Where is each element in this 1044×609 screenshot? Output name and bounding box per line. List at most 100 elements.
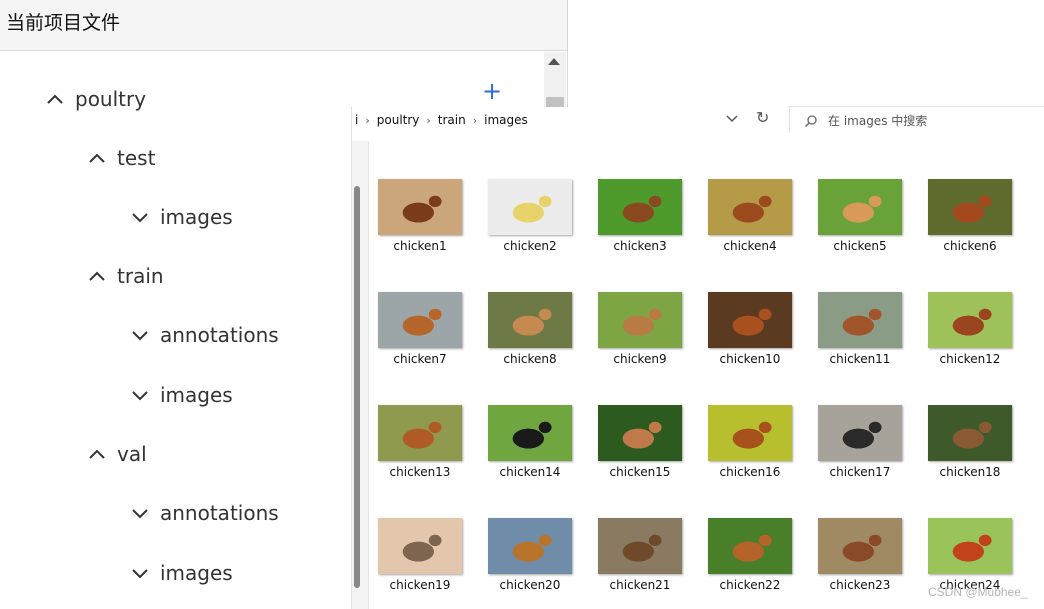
- file-item[interactable]: chicken17: [810, 405, 910, 479]
- chevron-down-icon: [130, 385, 150, 405]
- breadcrumb-item[interactable]: train: [435, 113, 469, 127]
- file-item[interactable]: chicken9: [590, 292, 690, 366]
- tree-node-test-images[interactable]: images: [130, 202, 233, 232]
- breadcrumb-separator-icon: ›: [472, 113, 478, 127]
- tree-node-label: images: [160, 561, 233, 585]
- tree-node-label: val: [117, 442, 147, 466]
- file-item[interactable]: chicken1: [370, 179, 470, 253]
- image-thumbnail: [598, 518, 682, 574]
- chevron-up-icon: [45, 89, 65, 109]
- image-thumbnail: [928, 518, 1012, 574]
- file-name: chicken7: [393, 352, 447, 366]
- file-name: chicken16: [719, 465, 781, 479]
- file-name: chicken12: [939, 352, 1001, 366]
- breadcrumb-separator-icon: ›: [365, 113, 370, 127]
- breadcrumb: i › poultry › train › images: [352, 110, 531, 130]
- image-thumbnail: [598, 292, 682, 348]
- image-thumbnail: [818, 518, 902, 574]
- file-name: chicken17: [829, 465, 891, 479]
- image-thumbnail: [488, 179, 572, 235]
- chevron-down-icon: [130, 503, 150, 523]
- file-item[interactable]: chicken8: [480, 292, 580, 366]
- tree-node-val-annotations[interactable]: annotations: [130, 498, 279, 528]
- file-explorer-window: i › poultry › train › images ↻ 在 images …: [351, 106, 1044, 609]
- add-icon[interactable]: +: [482, 79, 502, 103]
- file-item[interactable]: chicken2: [480, 179, 580, 253]
- file-item[interactable]: chicken14: [480, 405, 580, 479]
- file-name: chicken18: [939, 465, 1001, 479]
- tree-node-train[interactable]: train: [87, 261, 164, 291]
- file-item[interactable]: chicken19: [370, 518, 470, 592]
- file-item[interactable]: chicken10: [700, 292, 800, 366]
- watermark: CSDN @Mubhee_: [928, 585, 1028, 599]
- file-name: chicken9: [613, 352, 667, 366]
- file-grid: chicken1 chicken2 chicken3 chicken4 chicken5…: [370, 141, 1044, 609]
- file-item[interactable]: chicken20: [480, 518, 580, 592]
- file-item[interactable]: chicken23: [810, 518, 910, 592]
- image-thumbnail: [378, 179, 462, 235]
- file-item[interactable]: chicken24: [920, 518, 1020, 592]
- file-item[interactable]: chicken6: [920, 179, 1020, 253]
- image-thumbnail: [708, 179, 792, 235]
- image-thumbnail: [818, 179, 902, 235]
- tree-node-val-images[interactable]: images: [130, 558, 233, 588]
- file-item[interactable]: chicken4: [700, 179, 800, 253]
- chevron-up-icon: [87, 266, 107, 286]
- image-thumbnail: [928, 405, 1012, 461]
- tree-node-label: images: [160, 383, 233, 407]
- address-bar[interactable]: i › poultry › train › images ↻ 在 images …: [352, 106, 1044, 133]
- chevron-up-icon: [87, 148, 107, 168]
- file-name: chicken22: [719, 578, 781, 592]
- tree-node-train-annotations[interactable]: annotations: [130, 320, 279, 350]
- navigation-pane: [352, 141, 369, 609]
- scroll-up-arrow-icon[interactable]: [548, 58, 560, 65]
- image-thumbnail: [598, 405, 682, 461]
- refresh-icon[interactable]: ↻: [756, 109, 772, 127]
- file-item[interactable]: chicken11: [810, 292, 910, 366]
- file-item[interactable]: chicken12: [920, 292, 1020, 366]
- breadcrumb-item[interactable]: i: [352, 113, 361, 127]
- image-thumbnail: [488, 405, 572, 461]
- navigation-scrollbar[interactable]: [354, 186, 360, 588]
- tree-node-train-images[interactable]: images: [130, 380, 233, 410]
- image-thumbnail: [488, 518, 572, 574]
- breadcrumb-item[interactable]: poultry: [374, 113, 423, 127]
- file-name: chicken5: [833, 239, 887, 253]
- file-name: chicken10: [719, 352, 781, 366]
- file-item[interactable]: chicken13: [370, 405, 470, 479]
- file-item[interactable]: chicken3: [590, 179, 690, 253]
- file-item[interactable]: chicken22: [700, 518, 800, 592]
- tree-scroll-thumb[interactable]: [546, 97, 564, 107]
- chevron-down-icon: [130, 207, 150, 227]
- tree-node-val[interactable]: val: [87, 439, 147, 469]
- file-item[interactable]: chicken15: [590, 405, 690, 479]
- file-item[interactable]: chicken5: [810, 179, 910, 253]
- chevron-down-icon[interactable]: [725, 113, 739, 125]
- image-thumbnail: [708, 405, 792, 461]
- chevron-up-icon: [87, 444, 107, 464]
- image-thumbnail: [708, 518, 792, 574]
- tree-node-poultry[interactable]: poultry: [45, 84, 146, 114]
- file-name: chicken3: [613, 239, 667, 253]
- file-item[interactable]: chicken16: [700, 405, 800, 479]
- file-name: chicken23: [829, 578, 891, 592]
- image-thumbnail: [378, 405, 462, 461]
- tree-title: 当前项目文件: [6, 12, 121, 34]
- breadcrumb-item[interactable]: images: [481, 113, 531, 127]
- image-thumbnail: [928, 179, 1012, 235]
- file-name: chicken14: [499, 465, 561, 479]
- tree-node-label: poultry: [75, 87, 147, 111]
- file-item[interactable]: chicken18: [920, 405, 1020, 479]
- chevron-down-icon: [130, 325, 150, 345]
- tree-node-label: annotations: [160, 323, 279, 347]
- file-name: chicken20: [499, 578, 561, 592]
- file-item[interactable]: chicken21: [590, 518, 690, 592]
- file-name: chicken8: [503, 352, 557, 366]
- tree-node-test[interactable]: test: [87, 143, 155, 173]
- file-name: chicken15: [609, 465, 671, 479]
- search-input[interactable]: 在 images 中搜索: [789, 106, 1044, 133]
- file-name: chicken13: [389, 465, 451, 479]
- file-name: chicken21: [609, 578, 671, 592]
- file-item[interactable]: chicken7: [370, 292, 470, 366]
- chevron-down-icon: [130, 563, 150, 583]
